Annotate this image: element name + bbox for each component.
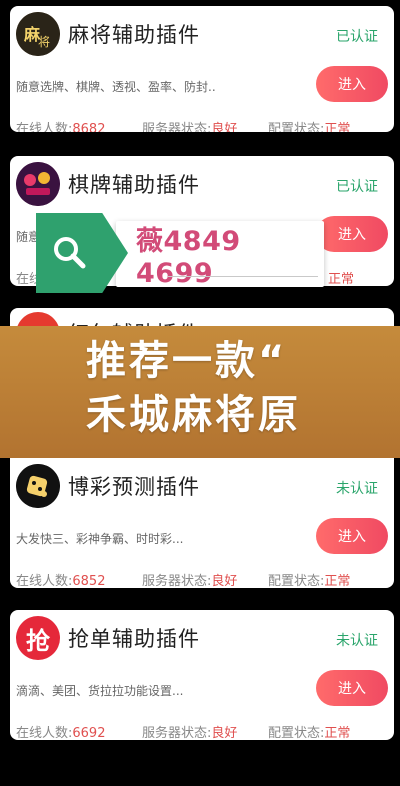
card-stats: 在线人数:8682 服务器状态:良好 配置状态:正常	[16, 118, 388, 132]
online-count: 在线人数:6692	[16, 726, 106, 740]
promo-banner: 推荐一款“ 禾城麻将原	[0, 326, 400, 458]
server-status: 服务器状态:良好	[142, 726, 238, 740]
dice-logo-icon	[16, 464, 60, 508]
card-description: 随意选牌、棋牌、透视、盈率、防封..	[16, 80, 216, 94]
grab-logo-icon: 抢	[16, 616, 60, 660]
search-underline	[168, 276, 318, 277]
certified-badge: 已认证	[336, 179, 378, 195]
online-count: 在线人数:8682	[16, 122, 106, 132]
plugin-card-mahjong[interactable]: 麻将 麻将辅助插件 已认证 随意选牌、棋牌、透视、盈率、防封.. 进入 在线人数…	[10, 6, 394, 132]
card-header: 棋牌辅助插件	[16, 162, 200, 206]
enter-button[interactable]: 进入	[316, 670, 388, 706]
server-status: 服务器状态:良好	[142, 574, 238, 588]
search-text: 薇4849 4699	[136, 226, 241, 289]
online-count: 在线人数:6852	[16, 574, 106, 588]
uncertified-badge: 未认证	[336, 633, 378, 649]
plugin-card-grab-order[interactable]: 抢 抢单辅助插件 未认证 滴滴、美团、货拉拉功能设置... 进入 在线人数:66…	[10, 610, 394, 740]
mahjong-logo-icon: 麻将	[16, 12, 60, 56]
card-header: 抢 抢单辅助插件	[16, 616, 200, 660]
server-status: 服务器状态:良好	[142, 122, 238, 132]
card-title: 麻将辅助插件	[68, 23, 200, 47]
banner-line-1: 推荐一款“	[86, 338, 288, 384]
certified-badge: 已认证	[336, 29, 378, 45]
card-description: 大发快三、彩神争霸、时时彩...	[16, 532, 184, 546]
card-description: 滴滴、美团、货拉拉功能设置...	[16, 684, 184, 698]
card-header: 麻将 麻将辅助插件	[16, 12, 200, 56]
config-status: 配置状态:正常	[268, 726, 351, 740]
enter-button[interactable]: 进入	[316, 216, 388, 252]
enter-button[interactable]: 进入	[316, 66, 388, 102]
card-stats: 在线人数:6852 服务器状态:良好 配置状态:正常	[16, 570, 388, 588]
card-title: 棋牌辅助插件	[68, 173, 200, 197]
config-status: 配置状态:正常	[268, 574, 351, 588]
svg-text:将: 将	[38, 35, 50, 49]
app-screen: 麻将 麻将辅助插件 已认证 随意选牌、棋牌、透视、盈率、防封.. 进入 在线人数…	[0, 0, 400, 786]
search-icon	[54, 237, 86, 269]
grab-logo-char: 抢	[26, 626, 50, 655]
banner-text: 推荐一款“ 禾城麻将原	[86, 334, 301, 442]
search-bar[interactable]: 薇4849 4699	[116, 221, 324, 289]
chess-logo-icon	[16, 162, 60, 206]
card-header: 博彩预测插件	[16, 464, 200, 508]
enter-button[interactable]: 进入	[316, 518, 388, 554]
search-icon-box[interactable]	[36, 213, 128, 293]
uncertified-badge: 未认证	[336, 481, 378, 497]
card-stats: 在线人数:6692 服务器状态:良好 配置状态:正常	[16, 722, 388, 740]
plugin-card-lottery[interactable]: 博彩预测插件 未认证 大发快三、彩神争霸、时时彩... 进入 在线人数:6852…	[10, 458, 394, 588]
config-status: 配置状态:正常	[268, 122, 351, 132]
card-title: 博彩预测插件	[68, 475, 200, 499]
banner-line-2: 禾城麻将原	[86, 392, 301, 438]
search-overlay[interactable]: 薇4849 4699	[36, 213, 324, 293]
card-title: 抢单辅助插件	[68, 627, 200, 651]
